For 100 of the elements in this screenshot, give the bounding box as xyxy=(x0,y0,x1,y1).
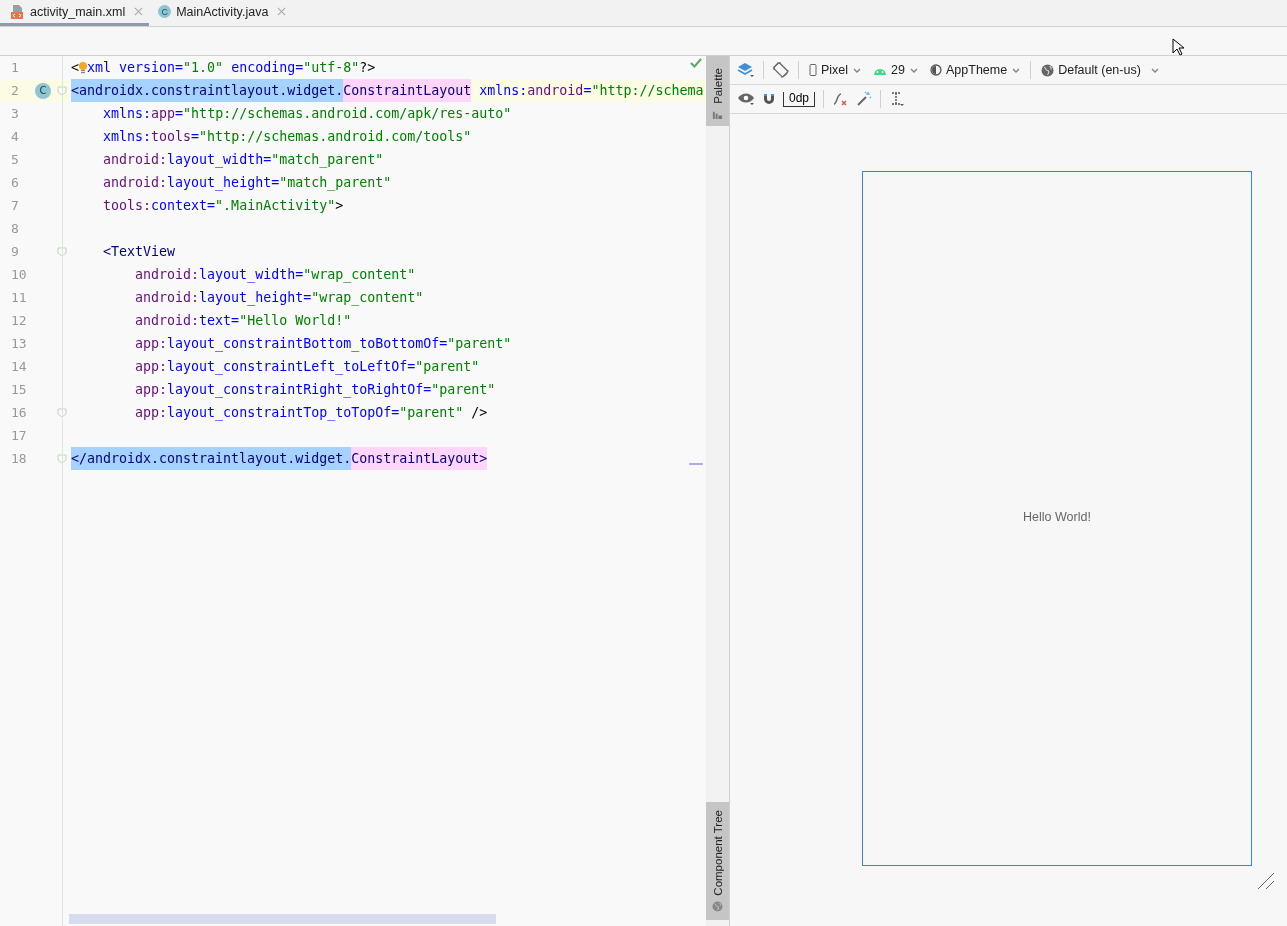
line-number: 13 xyxy=(10,336,28,351)
code-token: "utf-8" xyxy=(303,59,360,77)
error-stripe-mark xyxy=(689,463,703,465)
code-token: layout_width= xyxy=(199,266,304,285)
code-token: android: xyxy=(102,174,168,192)
code-token: = xyxy=(583,82,592,100)
magnet-icon[interactable] xyxy=(763,93,775,105)
line-number: 9 xyxy=(10,244,20,259)
class-icon[interactable]: C xyxy=(35,82,51,99)
component-tree-tab[interactable]: Component Tree xyxy=(706,802,729,920)
code-token: layout_constraintBottom_toBottomOf= xyxy=(167,335,448,354)
caret-icon xyxy=(1012,67,1021,73)
globe-icon xyxy=(712,901,723,912)
code-token: </androidx.constraintlayout.widget. xyxy=(71,447,352,470)
resize-handle-icon[interactable] xyxy=(1257,872,1275,890)
code-token: layout_constraintRight_toRightOf= xyxy=(167,381,432,400)
code-token: "parent" xyxy=(447,335,512,351)
code-token: = xyxy=(175,105,184,123)
api-level-dropdown[interactable]: 29 xyxy=(871,63,920,77)
line-number: 7 xyxy=(10,198,20,213)
scrollbar-thumb[interactable] xyxy=(69,914,496,924)
code-token: "match_parent" xyxy=(271,151,384,170)
code-token: "wrap_content" xyxy=(311,289,424,308)
code-token: layout_height= xyxy=(167,174,280,193)
layers-icon[interactable] xyxy=(737,62,755,78)
code-token: "Hello World!" xyxy=(239,312,352,330)
code-token: layout_height= xyxy=(199,289,312,308)
code-token: layout_width= xyxy=(167,151,272,170)
caret-icon xyxy=(853,67,862,73)
caret-icon xyxy=(910,67,918,73)
theme-dropdown[interactable]: AppTheme xyxy=(928,63,1023,77)
code-token: ConstraintLayout> xyxy=(351,447,488,470)
caret-icon xyxy=(1150,67,1159,73)
line-number: 15 xyxy=(10,382,28,397)
line-number: 6 xyxy=(10,175,20,190)
rotate-icon[interactable] xyxy=(772,61,790,79)
device-dropdown[interactable]: Pixel xyxy=(807,63,864,77)
line-number: 5 xyxy=(10,152,20,167)
eye-icon[interactable] xyxy=(737,92,755,106)
close-icon[interactable] xyxy=(134,7,144,16)
code-token: < xyxy=(71,59,79,77)
code-token: "http://schema xyxy=(591,82,704,100)
code-token: app: xyxy=(134,358,168,376)
code-token: text= xyxy=(199,312,240,330)
code-token: xmlns: xyxy=(102,128,152,146)
line-number: 4 xyxy=(10,129,20,144)
code-token: ".MainActivity" xyxy=(215,197,336,215)
code-token: android: xyxy=(102,151,168,169)
line-number: 11 xyxy=(10,290,28,305)
code-token: "parent" xyxy=(415,358,480,374)
code-token: = xyxy=(191,128,200,146)
line-number: 2 xyxy=(10,83,20,98)
code-token: "parent" xyxy=(399,404,464,420)
code-token: "wrap_content" xyxy=(303,266,416,285)
code-token: tools xyxy=(151,128,192,146)
line-number: 1 xyxy=(10,60,20,75)
globe-icon xyxy=(1041,63,1055,77)
line-number: 16 xyxy=(10,405,28,420)
line-number: 18 xyxy=(10,451,28,466)
clear-constraints-icon[interactable] xyxy=(832,91,849,107)
code-token: context= xyxy=(151,197,216,215)
code-token: xmlns: xyxy=(478,82,528,100)
phone-icon xyxy=(809,64,817,76)
code-token: "match_parent" xyxy=(279,174,392,193)
code-token: layout_constraintLeft_toLeftOf= xyxy=(167,358,416,377)
code-token: > xyxy=(335,197,344,215)
default-margin-button[interactable]: 0dp xyxy=(783,91,816,107)
line-number: 14 xyxy=(10,359,28,374)
line-number: 10 xyxy=(10,267,28,282)
code-token: tools: xyxy=(102,197,152,215)
code-token: app xyxy=(151,105,176,123)
code-token: android: xyxy=(134,289,200,307)
class-icon: C xyxy=(158,5,172,18)
code-token: android: xyxy=(134,312,200,330)
code-token: android: xyxy=(134,266,200,284)
light-bulb-icon[interactable] xyxy=(79,60,87,75)
guideline-icon[interactable] xyxy=(889,91,906,107)
code-token: android xyxy=(527,82,584,100)
line-number: 17 xyxy=(10,428,28,443)
preview-text[interactable]: Hello World! xyxy=(1023,509,1091,524)
close-icon[interactable] xyxy=(277,7,287,16)
code-token: "1.0" xyxy=(183,59,224,77)
code-token: "http://schemas.android.com/apk/res-auto" xyxy=(183,105,512,123)
xml-file-icon xyxy=(9,3,25,20)
magic-wand-icon[interactable] xyxy=(856,91,873,107)
code-token: app: xyxy=(134,404,168,422)
line-number: 8 xyxy=(10,221,20,236)
palette-tab[interactable]: Palette xyxy=(706,56,729,126)
half-circle-icon xyxy=(930,64,942,76)
code-token: xml version= xyxy=(87,59,184,77)
line-number: 12 xyxy=(10,313,28,328)
locale-dropdown[interactable]: Default (en-us) xyxy=(1039,63,1161,77)
line-number: 3 xyxy=(10,106,20,121)
code-token: layout_constraintTop_toTopOf= xyxy=(167,404,400,423)
code-token: /> xyxy=(470,404,488,422)
code-token: ConstraintLayout xyxy=(343,79,472,102)
code-token: "http://schemas.android.com/tools" xyxy=(199,128,472,146)
code-token: app: xyxy=(134,381,168,399)
code-token: <TextView xyxy=(102,243,176,261)
file-tab[interactable]: C MainActivity.java xyxy=(149,0,293,26)
